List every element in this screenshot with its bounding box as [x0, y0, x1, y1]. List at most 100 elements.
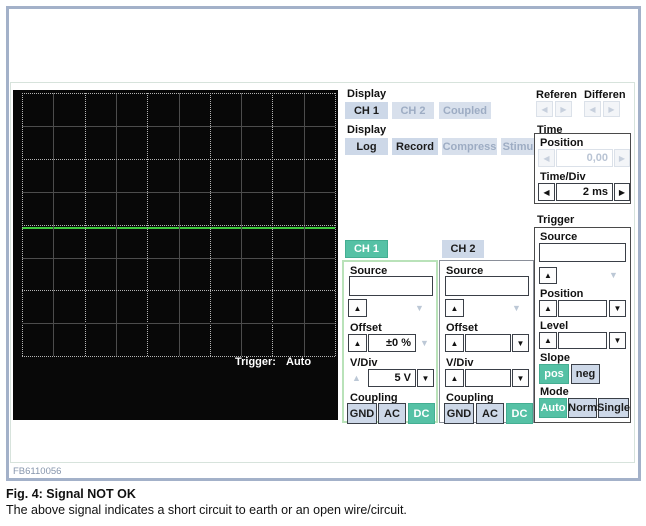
ch1-tab[interactable]: CH 1	[345, 240, 388, 258]
ch1-vdiv-value: 5 V	[368, 369, 416, 387]
right-arrow-icon: ▶	[619, 154, 625, 163]
mode-auto-button[interactable]: Auto	[539, 398, 567, 418]
ch2-gnd-button[interactable]: GND	[444, 403, 474, 424]
ch1-offset-down-icon: ▼	[420, 339, 429, 348]
display-coupled-button[interactable]: Coupled	[439, 102, 491, 119]
down-arrow-icon: ▼	[517, 374, 525, 383]
right-arrow-icon: ▶	[619, 188, 625, 197]
up-arrow-icon: ▲	[544, 336, 552, 345]
reference-next-button[interactable]: ▶	[555, 101, 572, 117]
down-arrow-icon: ▼	[517, 339, 525, 348]
left-arrow-icon: ◀	[589, 105, 595, 114]
left-arrow-icon: ◀	[541, 105, 547, 114]
trigger-mode-label: Mode	[540, 386, 569, 398]
right-arrow-icon: ▶	[608, 105, 614, 114]
ch1-vdiv-up-icon: ▲	[352, 374, 361, 383]
figure-code: FB6110056	[13, 466, 61, 477]
time-position-value: 0,00	[556, 149, 613, 167]
trigger-section-label: Trigger	[537, 214, 574, 226]
compress-button[interactable]: Compress	[442, 138, 497, 155]
up-arrow-icon: ▲	[451, 374, 459, 383]
figure-caption-title: Fig. 4: Signal NOT OK	[6, 487, 136, 501]
trigger-source-label: Source	[540, 231, 577, 243]
ch2-tab[interactable]: CH 2	[442, 240, 484, 258]
slope-neg-button[interactable]: neg	[571, 364, 600, 384]
timediv-next-button[interactable]: ▶	[614, 183, 630, 201]
ch1-dc-button[interactable]: DC	[408, 403, 435, 424]
trigger-slope-label: Slope	[540, 352, 570, 364]
trigger-group: Source ▲ ▼ Position ▲ ▼ Level ▲ ▼ Slope …	[534, 227, 631, 423]
trigger-level-up-button[interactable]: ▲	[539, 332, 557, 349]
reference-prev-button[interactable]: ◀	[536, 101, 553, 117]
trigger-source-up-button[interactable]: ▲	[539, 267, 557, 284]
down-arrow-icon: ▼	[614, 304, 622, 313]
time-position-label: Position	[540, 137, 583, 149]
trigger-position-up-button[interactable]: ▲	[539, 300, 557, 317]
ch1-source-down-icon: ▼	[415, 304, 424, 313]
ch1-source-field[interactable]	[349, 276, 433, 296]
display-modes-label: Display	[347, 124, 386, 136]
difference-label: Differen	[584, 89, 626, 101]
ch2-vdiv-value	[465, 369, 511, 387]
ch2-vdiv-down-button[interactable]: ▼	[512, 369, 529, 387]
log-button[interactable]: Log	[345, 138, 388, 155]
timediv-prev-button[interactable]: ◀	[538, 183, 555, 201]
trigger-level-label: Level	[540, 320, 568, 332]
trigger-position-label: Position	[540, 288, 583, 300]
slope-pos-button[interactable]: pos	[539, 364, 569, 384]
difference-next-button[interactable]: ▶	[603, 101, 620, 117]
timediv-value: 2 ms	[556, 183, 613, 201]
display-ch1-button[interactable]: CH 1	[345, 102, 388, 119]
ch1-source-up-button[interactable]: ▲	[348, 299, 367, 317]
display-ch2-button[interactable]: CH 2	[392, 102, 434, 119]
left-arrow-icon: ◀	[543, 154, 549, 163]
up-arrow-icon: ▲	[354, 339, 362, 348]
screenshot-root: Trigger: Auto Display CH 1 CH 2 Coupled …	[0, 0, 646, 526]
up-arrow-icon: ▲	[544, 271, 552, 280]
ch1-offset-up-button[interactable]: ▲	[348, 334, 367, 352]
scope-grid	[22, 93, 335, 356]
trigger-status-value: Auto	[286, 356, 311, 368]
ch2-offset-value	[465, 334, 511, 352]
down-arrow-icon: ▼	[422, 374, 430, 383]
ch1-gnd-button[interactable]: GND	[347, 403, 377, 424]
ch2-source-up-button[interactable]: ▲	[445, 299, 464, 317]
trigger-position-down-button[interactable]: ▼	[609, 300, 626, 317]
ch2-offset-label: Offset	[446, 322, 478, 334]
record-button[interactable]: Record	[392, 138, 438, 155]
trigger-level-down-button[interactable]: ▼	[609, 332, 626, 349]
time-position-prev-button[interactable]: ◀	[538, 149, 555, 167]
time-position-next-button[interactable]: ▶	[614, 149, 630, 167]
up-arrow-icon: ▲	[451, 339, 459, 348]
trigger-source-down-icon: ▼	[609, 271, 618, 280]
left-arrow-icon: ◀	[543, 188, 549, 197]
timediv-label: Time/Div	[540, 171, 586, 183]
trigger-level-value	[558, 332, 607, 349]
ch1-vdiv-down-button[interactable]: ▼	[417, 369, 434, 387]
ch2-ac-button[interactable]: AC	[476, 403, 504, 424]
ch2-source-down-icon: ▼	[512, 304, 521, 313]
mode-single-button[interactable]: Single	[598, 398, 629, 418]
ch2-dc-button[interactable]: DC	[506, 403, 533, 424]
trigger-source-field[interactable]	[539, 243, 626, 262]
trigger-status-label: Trigger:	[235, 356, 276, 368]
mode-norm-button[interactable]: Norm	[568, 398, 597, 418]
trigger-position-value	[558, 300, 607, 317]
ch2-group: Source ▲ ▼ Offset ▲ ▼ V/Div ▲ ▼ Coupling…	[439, 260, 534, 423]
ch1-group: Source ▲ ▼ Offset ▲ ±0 % ▼ V/Div ▲ 5 V ▼…	[342, 260, 438, 423]
ch1-offset-value: ±0 %	[368, 334, 416, 352]
up-arrow-icon: ▲	[354, 304, 362, 313]
right-arrow-icon: ▶	[560, 105, 566, 114]
difference-prev-button[interactable]: ◀	[584, 101, 601, 117]
ch2-vdiv-up-button[interactable]: ▲	[445, 369, 464, 387]
ch2-vdiv-label: V/Div	[446, 357, 474, 369]
reference-label: Referen	[536, 89, 577, 101]
ch1-offset-label: Offset	[350, 322, 382, 334]
ch1-ac-button[interactable]: AC	[378, 403, 406, 424]
down-arrow-icon: ▼	[614, 336, 622, 345]
display-channels-label: Display	[347, 88, 386, 100]
ch2-source-field[interactable]	[445, 276, 529, 296]
up-arrow-icon: ▲	[544, 304, 552, 313]
ch2-offset-down-button[interactable]: ▼	[512, 334, 529, 352]
ch2-offset-up-button[interactable]: ▲	[445, 334, 464, 352]
